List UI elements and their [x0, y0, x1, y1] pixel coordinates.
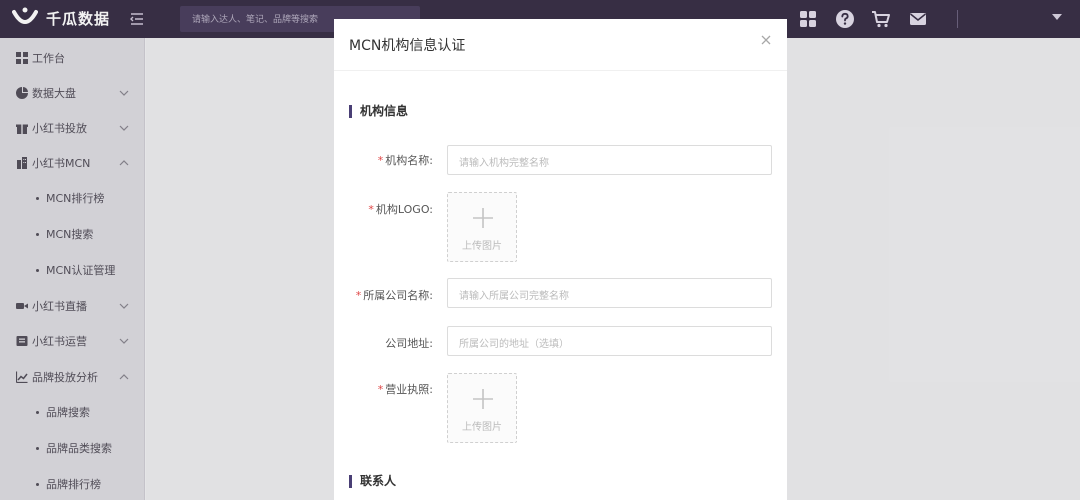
input-placeholder: 所属公司的地址（选填） — [459, 339, 569, 350]
required-mark: * — [377, 154, 384, 167]
close-icon[interactable] — [760, 34, 772, 46]
label-text: 营业执照: — [385, 383, 433, 396]
input-placeholder: 请输入所属公司完整名称 — [459, 291, 569, 302]
required-mark: * — [355, 289, 362, 302]
section-title-org-info: 机构信息 — [349, 105, 408, 118]
required-mark: * — [377, 383, 384, 396]
required-mark: * — [368, 203, 374, 216]
dialog-header: MCN机构信息认证 — [334, 19, 787, 71]
label-text: 机构LOGO: — [375, 203, 433, 216]
business-license-upload[interactable]: 上传图片 — [447, 373, 517, 443]
org-name-input[interactable]: 请输入机构完整名称 — [447, 145, 772, 175]
org-logo-upload[interactable]: 上传图片 — [447, 192, 517, 262]
company-address-input[interactable]: 所属公司的地址（选填） — [447, 326, 772, 356]
dialog-title: MCN机构信息认证 — [349, 38, 466, 54]
input-placeholder: 请输入机构完整名称 — [459, 158, 549, 169]
label-text: 机构名称: — [385, 154, 433, 167]
label-text: 所属公司名称: — [363, 289, 433, 302]
section-title-contact: 联系人 — [349, 475, 396, 488]
upload-text: 上传图片 — [462, 422, 502, 433]
upload-text: 上传图片 — [462, 241, 502, 252]
label-text: 公司地址: — [385, 337, 433, 350]
plus-icon — [473, 208, 493, 228]
plus-icon — [473, 389, 493, 409]
mcn-verification-dialog: MCN机构信息认证 机构信息 * 机构名称: 请输入机构完整名称 * 机构LOGO:… — [334, 19, 787, 500]
company-name-input[interactable]: 请输入所属公司完整名称 — [447, 278, 772, 308]
